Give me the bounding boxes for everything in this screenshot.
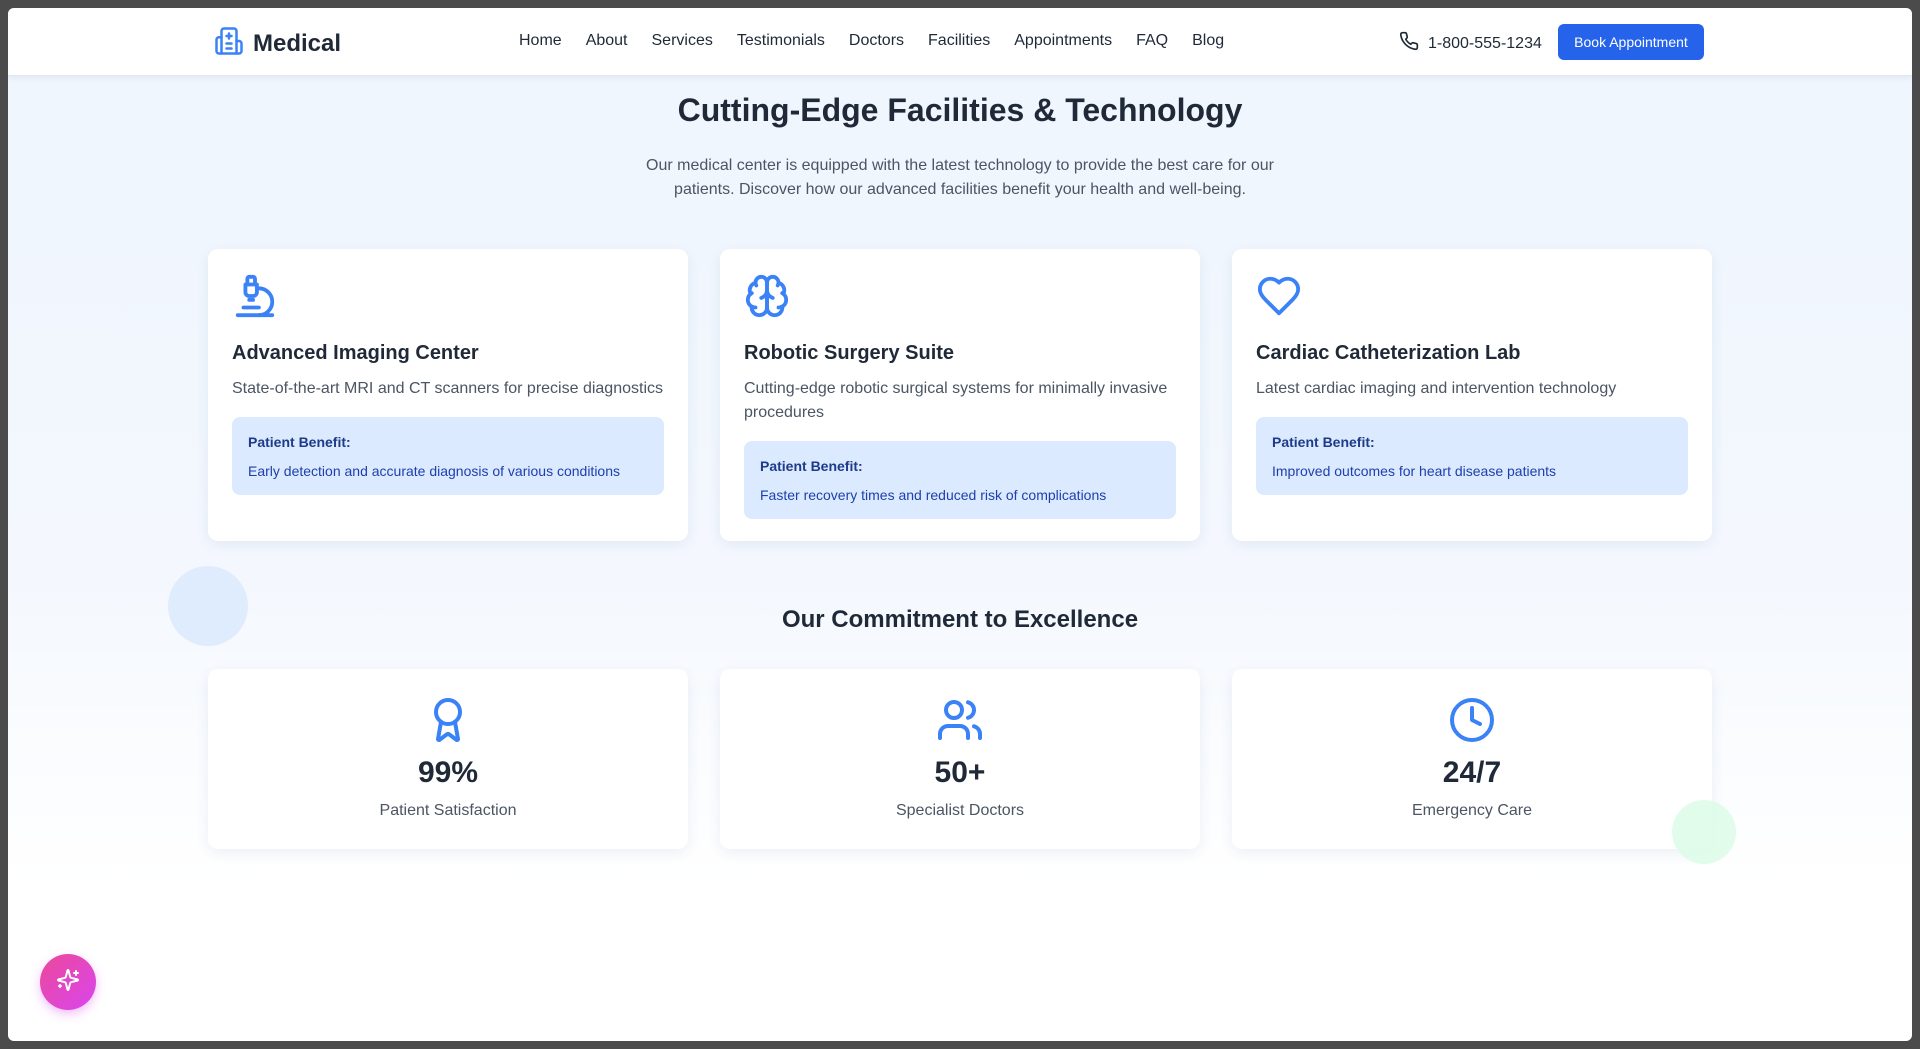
- facility-card-robotic-surgery: Robotic Surgery Suite Cutting-edge robot…: [720, 249, 1200, 541]
- stat-card-satisfaction: 99% Patient Satisfaction: [208, 669, 688, 849]
- patient-benefit-box: Patient Benefit: Early detection and acc…: [232, 417, 664, 495]
- facility-title: Robotic Surgery Suite: [744, 342, 955, 364]
- clock-icon: [1232, 696, 1712, 744]
- nav-link-about[interactable]: About: [586, 32, 628, 50]
- nav-link-home[interactable]: Home: [519, 32, 562, 50]
- stat-card-emergency: 24/7 Emergency Care: [1232, 669, 1712, 849]
- phone-contact[interactable]: 1-800-555-1234: [1399, 31, 1542, 56]
- benefit-text: Faster recovery times and reduced risk o…: [760, 487, 1107, 503]
- stat-card-doctors: 50+ Specialist Doctors: [720, 669, 1200, 849]
- nav-link-testimonials[interactable]: Testimonials: [737, 32, 825, 50]
- decorative-circle-green: [1672, 800, 1736, 864]
- facility-description: State-of-the-art MRI and CT scanners for…: [232, 380, 663, 397]
- nav-links: Home About Services Testimonials Doctors…: [519, 32, 1248, 50]
- facility-card-imaging: Advanced Imaging Center State-of-the-art…: [208, 249, 688, 541]
- patient-benefit-box: Patient Benefit: Faster recovery times a…: [744, 441, 1176, 519]
- nav-link-appointments[interactable]: Appointments: [1014, 32, 1112, 50]
- nav-link-blog[interactable]: Blog: [1192, 32, 1224, 50]
- browser-viewport: Medical Home About Services Testimonials…: [8, 8, 1912, 1041]
- benefit-label: Patient Benefit:: [248, 434, 351, 450]
- facilities-subtitle: Our medical center is equipped with the …: [646, 157, 1274, 198]
- award-icon: [208, 696, 688, 744]
- stat-value: 99%: [417, 756, 479, 789]
- brain-icon: [744, 274, 790, 323]
- benefit-text: Improved outcomes for heart disease pati…: [1272, 463, 1557, 479]
- book-appointment-button[interactable]: Book Appointment: [1558, 24, 1704, 60]
- benefit-label: Patient Benefit:: [1272, 434, 1375, 450]
- nav-link-facilities[interactable]: Facilities: [928, 32, 990, 50]
- patient-benefit-box: Patient Benefit: Improved outcomes for h…: [1256, 417, 1688, 495]
- commitment-title: Our Commitment to Excellence: [781, 606, 1139, 633]
- brand[interactable]: Medical: [214, 26, 341, 61]
- microscope-icon: [232, 274, 278, 323]
- nav-link-services[interactable]: Services: [652, 32, 713, 50]
- ai-assistant-button[interactable]: [40, 954, 96, 1010]
- nav-link-faq[interactable]: FAQ: [1136, 32, 1168, 50]
- navbar: Medical Home About Services Testimonials…: [8, 8, 1912, 76]
- heart-icon: [1256, 276, 1302, 323]
- nav-link-doctors[interactable]: Doctors: [849, 32, 904, 50]
- users-icon: [720, 696, 1200, 744]
- phone-icon: [1399, 31, 1419, 56]
- stat-label: Specialist Doctors: [895, 802, 1025, 819]
- benefit-text: Early detection and accurate diagnosis o…: [248, 463, 620, 479]
- sparkles-icon: [56, 968, 80, 997]
- stat-label: Patient Satisfaction: [379, 802, 517, 819]
- facility-card-cardiac-lab: Cardiac Catheterization Lab Latest cardi…: [1232, 249, 1712, 541]
- benefit-label: Patient Benefit:: [760, 458, 863, 474]
- facility-description: Cutting-edge robotic surgical systems fo…: [744, 380, 1168, 421]
- stat-label: Emergency Care: [1411, 802, 1533, 819]
- stat-value: 24/7: [1442, 756, 1502, 789]
- facility-description: Latest cardiac imaging and intervention …: [1256, 380, 1617, 397]
- stat-value: 50+: [934, 756, 986, 789]
- facility-title: Cardiac Catheterization Lab: [1256, 342, 1521, 364]
- hospital-icon: [214, 26, 244, 61]
- brand-name: Medical: [253, 29, 342, 57]
- phone-number: 1-800-555-1234: [1428, 34, 1542, 52]
- facility-title: Advanced Imaging Center: [232, 342, 479, 364]
- facilities-title: Cutting-Edge Facilities & Technology: [677, 92, 1243, 128]
